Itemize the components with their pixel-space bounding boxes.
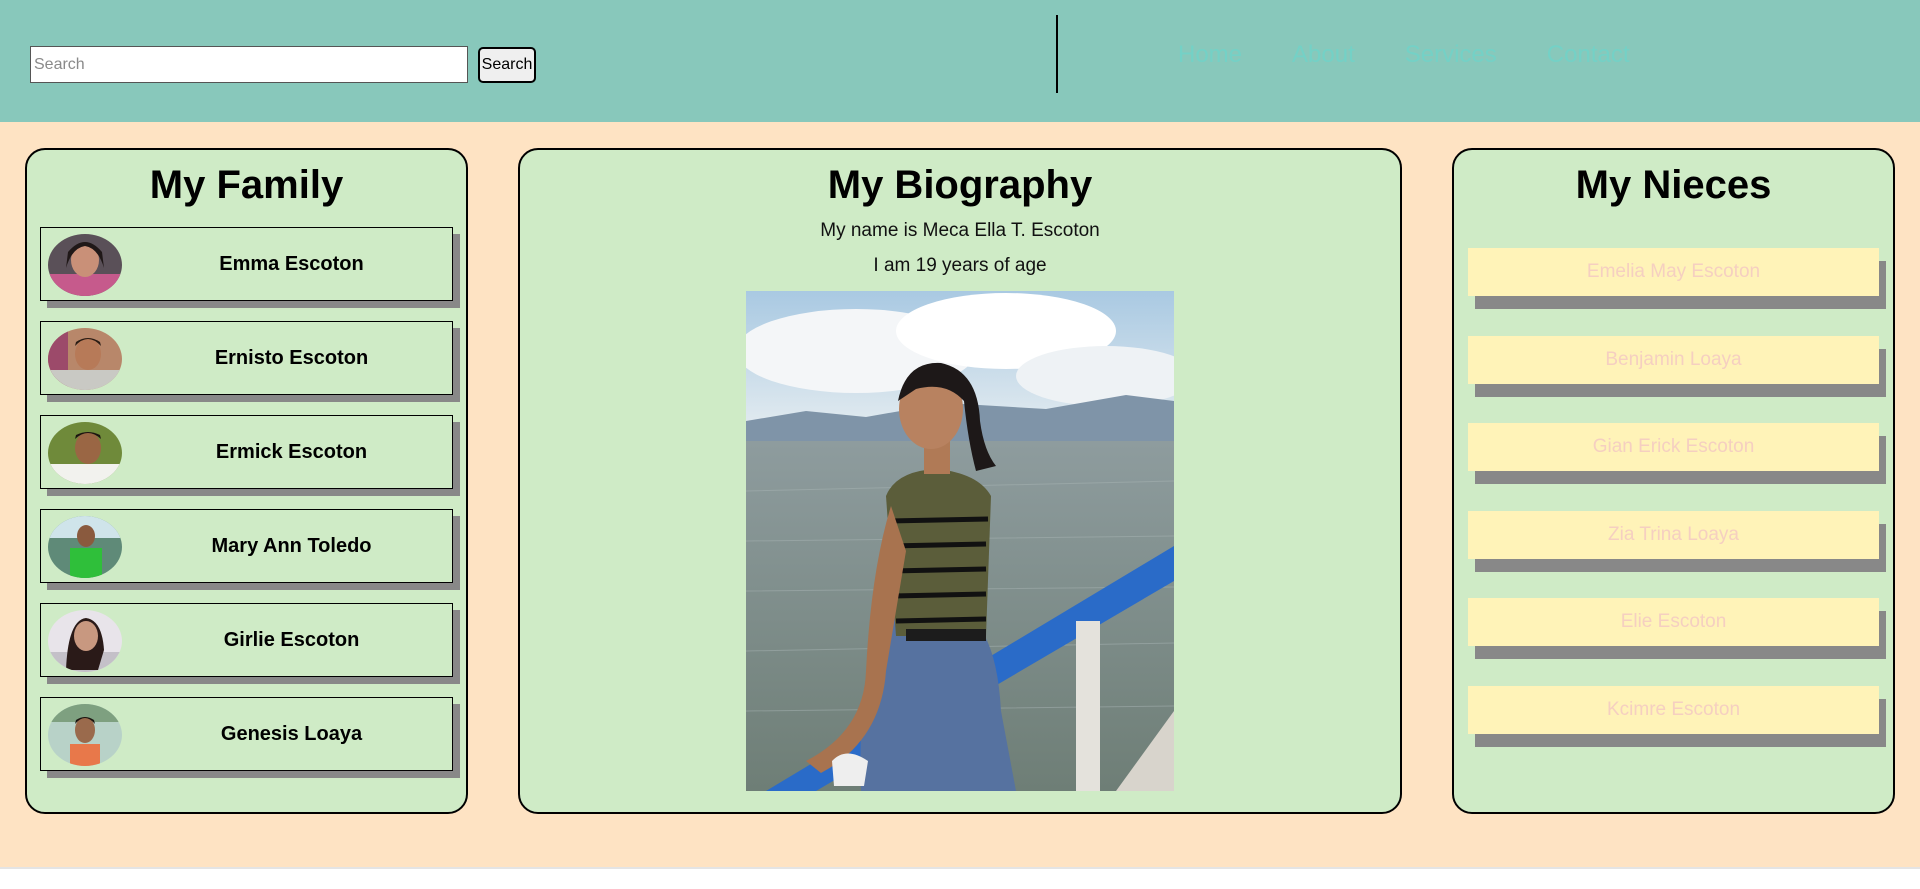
biography-panel: My Biography My name is Meca Ella T. Esc… [518, 148, 1402, 814]
avatar [48, 516, 122, 578]
biography-photo [736, 291, 1196, 791]
niece-card[interactable]: Emelia May Escoton [1468, 248, 1879, 296]
family-card[interactable]: Emma Escoton [40, 227, 453, 301]
avatar [48, 704, 122, 766]
family-panel-title: My Family [149, 163, 344, 207]
family-card[interactable]: Girlie Escoton [40, 603, 453, 677]
footer-divider [0, 867, 1920, 869]
family-card[interactable]: Genesis Loaya [40, 697, 453, 771]
avatar [48, 610, 122, 672]
niece-name: Benjamin Loaya [1605, 349, 1742, 370]
family-member-name: Ermick Escoton [215, 441, 368, 463]
niece-name: Zia Trina Loaya [1608, 524, 1739, 545]
main-nav: Home About Services Contact [1178, 40, 1630, 70]
niece-name: Elie Escoton [1620, 611, 1727, 632]
bio-name-line: My name is Meca Ella T. Escoton [820, 220, 1100, 241]
search-input[interactable] [30, 46, 468, 83]
niece-name: Kcimre Escoton [1606, 699, 1741, 720]
nav-divider [1056, 15, 1058, 93]
biography-panel-title: My Biography [827, 163, 1093, 207]
family-member-name: Genesis Loaya [220, 723, 363, 745]
family-member-name: Ernisto Escoton [214, 347, 369, 369]
family-member-name: Mary Ann Toledo [211, 535, 372, 557]
nieces-panel: My Nieces Emelia May Escoton Benjamin Lo… [1452, 148, 1895, 814]
niece-name: Emelia May Escoton [1586, 261, 1761, 282]
nav-link-home[interactable]: Home [1178, 40, 1242, 70]
nav-link-about[interactable]: About [1292, 40, 1355, 70]
niece-card[interactable]: Kcimre Escoton [1468, 686, 1879, 734]
avatar [48, 234, 122, 296]
family-member-name: Emma Escoton [219, 253, 364, 275]
family-member-name: Girlie Escoton [223, 629, 360, 651]
niece-card[interactable]: Benjamin Loaya [1468, 336, 1879, 384]
header-bar: Search Home About Services Contact [0, 0, 1920, 122]
niece-card[interactable]: Zia Trina Loaya [1468, 511, 1879, 559]
niece-name: Gian Erick Escoton [1592, 436, 1755, 457]
family-panel: My Family Emma Escoton Ernisto Escoton E… [25, 148, 468, 814]
niece-card[interactable]: Elie Escoton [1468, 598, 1879, 646]
search-button[interactable]: Search [478, 47, 536, 83]
nav-link-services[interactable]: Services [1405, 40, 1497, 70]
family-card[interactable]: Mary Ann Toledo [40, 509, 453, 583]
nieces-panel-title: My Nieces [1575, 163, 1772, 207]
family-card[interactable]: Ermick Escoton [40, 415, 453, 489]
avatar [48, 422, 122, 484]
niece-card[interactable]: Gian Erick Escoton [1468, 423, 1879, 471]
avatar [48, 328, 122, 390]
family-card[interactable]: Ernisto Escoton [40, 321, 453, 395]
nav-link-contact[interactable]: Contact [1547, 40, 1630, 70]
bio-age-line: I am 19 years of age [873, 255, 1047, 276]
